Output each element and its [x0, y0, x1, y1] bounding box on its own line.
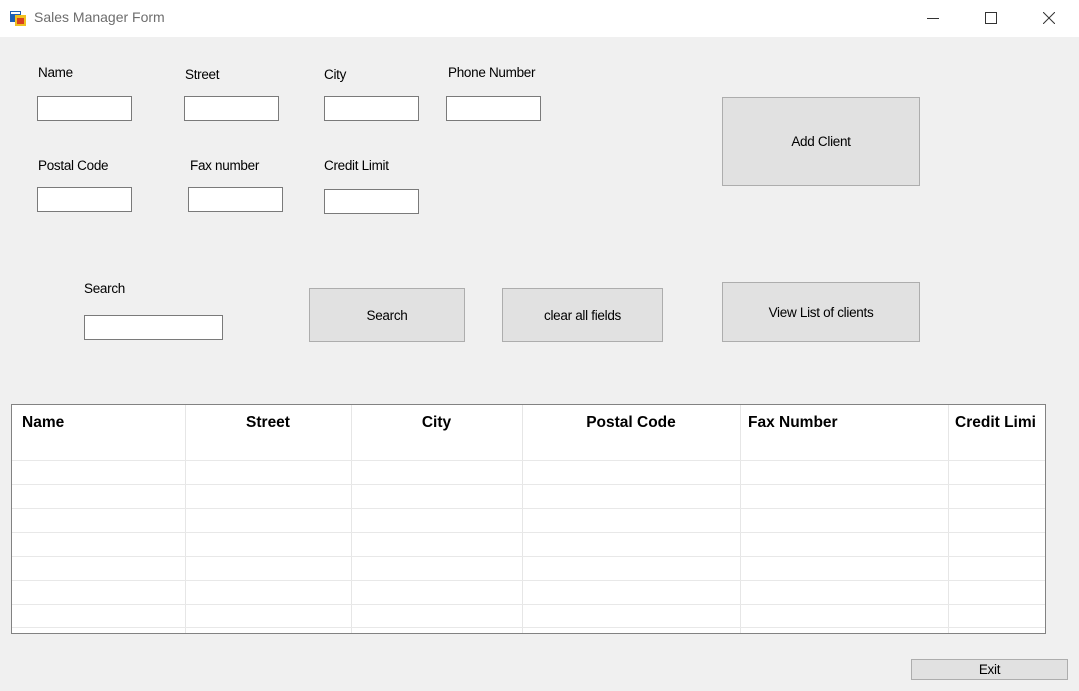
- name-field[interactable]: [37, 96, 132, 121]
- column-header-postal-code[interactable]: Postal Code: [522, 405, 740, 441]
- city-field[interactable]: [324, 96, 419, 121]
- search-input[interactable]: [84, 315, 223, 340]
- table-row: [12, 604, 1045, 605]
- clear-all-fields-button[interactable]: clear all fields: [502, 288, 663, 342]
- table-row: [12, 627, 1045, 628]
- phone-number-label: Phone Number: [448, 65, 536, 80]
- column-divider: [185, 405, 186, 633]
- column-header-city[interactable]: City: [351, 405, 522, 441]
- column-header-street[interactable]: Street: [185, 405, 351, 441]
- fax-number-field[interactable]: [188, 187, 283, 212]
- search-button[interactable]: Search: [309, 288, 465, 342]
- table-row: [12, 532, 1045, 533]
- fax-number-label: Fax number: [190, 158, 260, 173]
- street-field[interactable]: [184, 96, 279, 121]
- close-button[interactable]: [1026, 0, 1072, 37]
- close-icon: [1043, 12, 1055, 24]
- minimize-icon: [927, 18, 939, 19]
- postal-code-field[interactable]: [37, 187, 132, 212]
- search-label: Search: [84, 281, 125, 296]
- exit-button[interactable]: Exit: [911, 659, 1068, 680]
- maximize-button[interactable]: [968, 0, 1014, 37]
- phone-number-field[interactable]: [446, 96, 541, 121]
- postal-code-label: Postal Code: [38, 158, 109, 173]
- add-client-button[interactable]: Add Client: [722, 97, 920, 186]
- credit-limit-label: Credit Limit: [324, 158, 389, 173]
- table-row: [12, 460, 1045, 461]
- name-label: Name: [38, 65, 73, 80]
- minimize-button[interactable]: [910, 0, 956, 37]
- column-header-name[interactable]: Name: [12, 405, 185, 441]
- title-bar: Sales Manager Form: [0, 0, 1079, 37]
- form-app-icon: [10, 11, 26, 26]
- column-divider: [740, 405, 741, 633]
- column-divider: [948, 405, 949, 633]
- view-list-of-clients-button[interactable]: View List of clients: [722, 282, 920, 342]
- column-header-fax-number[interactable]: Fax Number: [740, 405, 948, 441]
- table-row: [12, 484, 1045, 485]
- table-row: [12, 580, 1045, 581]
- clients-data-grid[interactable]: Name Street City Postal Code Fax Number …: [11, 404, 1046, 634]
- street-label: Street: [185, 67, 220, 82]
- city-label: City: [324, 67, 347, 82]
- table-row: [12, 508, 1045, 509]
- maximize-icon: [985, 12, 997, 24]
- window-title: Sales Manager Form: [34, 9, 165, 25]
- column-divider: [522, 405, 523, 633]
- credit-limit-field[interactable]: [324, 189, 419, 214]
- table-row: [12, 556, 1045, 557]
- column-header-credit-limit[interactable]: Credit Limi: [948, 405, 1045, 441]
- column-divider: [351, 405, 352, 633]
